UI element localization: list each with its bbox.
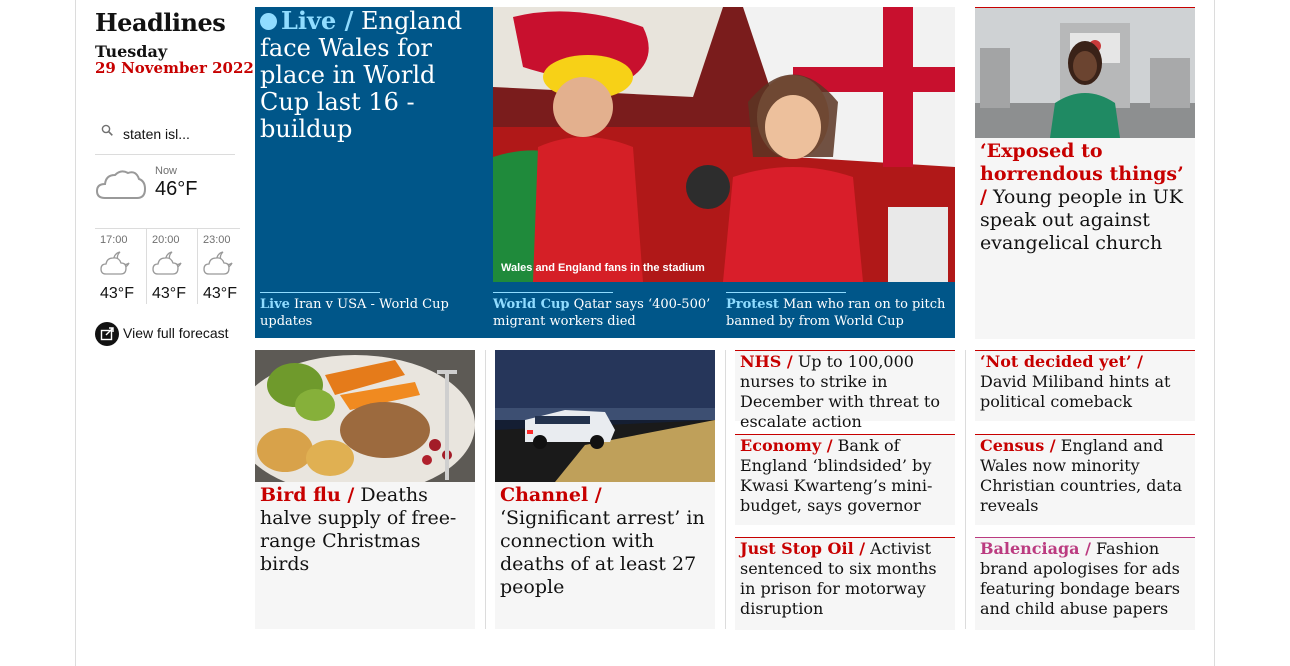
forecast-slot: 20:00 43°F (146, 229, 197, 304)
forecast-temp: 43°F (203, 285, 237, 302)
economy-story-headline[interactable]: Economy / Bank of England ‘blindsided’ b… (740, 436, 952, 516)
weather-now-temp: 46°F (155, 178, 198, 200)
forecast-time: 17:00 (100, 234, 128, 246)
forecast-temp: 43°F (100, 285, 134, 302)
nhs-story-card[interactable]: NHS / Up to 100,000 nurses to strike in … (735, 350, 955, 431)
channel-text: ‘Significant arrest’ in connection with … (500, 507, 705, 598)
sublink-divider (726, 292, 846, 293)
partly-cloudy-night-icon (100, 251, 130, 275)
hero-image[interactable]: Wales and England fans in the stadium (493, 7, 955, 282)
sublink-kicker: World Cup (493, 297, 570, 312)
sublink-kicker: Protest (726, 297, 779, 312)
balenciaga-story-card[interactable]: Balenciaga / Fashion brand apologises fo… (975, 537, 1195, 630)
section-title: Headlines (95, 8, 226, 37)
partly-cloudy-night-icon (152, 251, 182, 275)
miliband-story-headline[interactable]: ‘Not decided yet’ / David Miliband hints… (980, 352, 1192, 412)
channel-image (495, 350, 715, 482)
miliband-story-kicker: ‘Not decided yet’ / (980, 352, 1143, 371)
forecast-slot: 17:00 43°F (95, 229, 145, 304)
sublink-kicker: Live (260, 297, 290, 312)
location-input[interactable]: staten isl... (123, 126, 190, 142)
roast-dinner-photo (255, 350, 475, 482)
hero-headline[interactable]: Live / England face Wales for place in W… (260, 7, 485, 143)
channel-headline[interactable]: Channel / ‘Significant arrest’ in connec… (500, 484, 710, 599)
census-story-card[interactable]: Census / England and Wales now minority … (975, 434, 1195, 525)
bird-flu-card[interactable]: Bird flu / Deaths halve supply of free-r… (255, 350, 475, 629)
forecast-time: 20:00 (152, 234, 180, 246)
nhs-story-kicker: NHS / (740, 352, 793, 371)
miliband-story-text: David Miliband hints at political comeba… (980, 372, 1171, 411)
partly-cloudy-night-icon (203, 251, 233, 275)
miliband-story-card[interactable]: ‘Not decided yet’ / David Miliband hints… (975, 350, 1195, 421)
cloud-icon (95, 170, 147, 199)
police-car-night-photo (495, 350, 715, 482)
hero-live-block[interactable]: Live / England face Wales for place in W… (255, 7, 955, 338)
hourly-forecast: 17:00 43°F 20:00 43°F 23:00 43°F (95, 228, 240, 304)
channel-kicker: Channel / (500, 484, 602, 506)
economy-story-kicker: Economy / (740, 436, 833, 455)
date-full: 29 November 2022 (95, 59, 254, 77)
column-divider (965, 350, 966, 629)
bird-flu-image (255, 350, 475, 482)
bird-flu-headline[interactable]: Bird flu / Deaths halve supply of free-r… (260, 484, 470, 576)
street-portrait-photo (975, 8, 1195, 138)
church-story-image (975, 8, 1195, 138)
live-pulse-icon (260, 13, 277, 30)
census-story-headline[interactable]: Census / England and Wales now minority … (980, 436, 1192, 516)
sublink-divider (260, 292, 380, 293)
location-search[interactable]: staten isl... (95, 118, 235, 155)
church-story-headline[interactable]: ‘Exposed to horrendous things’ / Young p… (980, 140, 1190, 255)
hero-sublink[interactable]: Protest Man who ran on to pitch banned b… (726, 292, 946, 330)
football-fans-photo (493, 7, 955, 282)
forecast-temp: 43°F (152, 285, 186, 302)
just-stop-oil-kicker: Just Stop Oil / (740, 539, 866, 558)
weather-now-label: Now (155, 165, 178, 177)
hero-image-caption: Wales and England fans in the stadium (501, 262, 705, 274)
hero-kicker: Live / (281, 6, 354, 35)
just-stop-oil-card[interactable]: Just Stop Oil / Activist sentenced to si… (735, 537, 955, 630)
column-divider (725, 350, 726, 629)
hero-sublink[interactable]: World Cup Qatar says ‘400-500’ migrant w… (493, 292, 713, 330)
balenciaga-story-kicker: Balenciaga / (980, 539, 1091, 558)
view-forecast-label: View full forecast (123, 325, 229, 341)
balenciaga-story-headline[interactable]: Balenciaga / Fashion brand apologises fo… (980, 539, 1192, 619)
church-story-card[interactable]: ‘Exposed to horrendous things’ / Young p… (975, 7, 1195, 339)
census-story-kicker: Census / (980, 436, 1056, 455)
just-stop-oil-headline[interactable]: Just Stop Oil / Activist sentenced to si… (740, 539, 952, 619)
channel-card[interactable]: Channel / ‘Significant arrest’ in connec… (495, 350, 715, 629)
forecast-time: 23:00 (203, 234, 231, 246)
external-link-icon (95, 322, 119, 346)
economy-story-card[interactable]: Economy / Bank of England ‘blindsided’ b… (735, 434, 955, 525)
search-icon (101, 124, 113, 136)
column-divider (485, 350, 486, 629)
sublink-divider (493, 292, 613, 293)
forecast-slot: 23:00 43°F (197, 229, 248, 304)
nhs-story-headline[interactable]: NHS / Up to 100,000 nurses to strike in … (740, 352, 952, 432)
bird-flu-kicker: Bird flu / (260, 484, 355, 506)
hero-sublink[interactable]: Live Iran v USA - World Cup updates (260, 292, 480, 330)
church-story-text: Young people in UK speak out against eva… (980, 186, 1183, 254)
